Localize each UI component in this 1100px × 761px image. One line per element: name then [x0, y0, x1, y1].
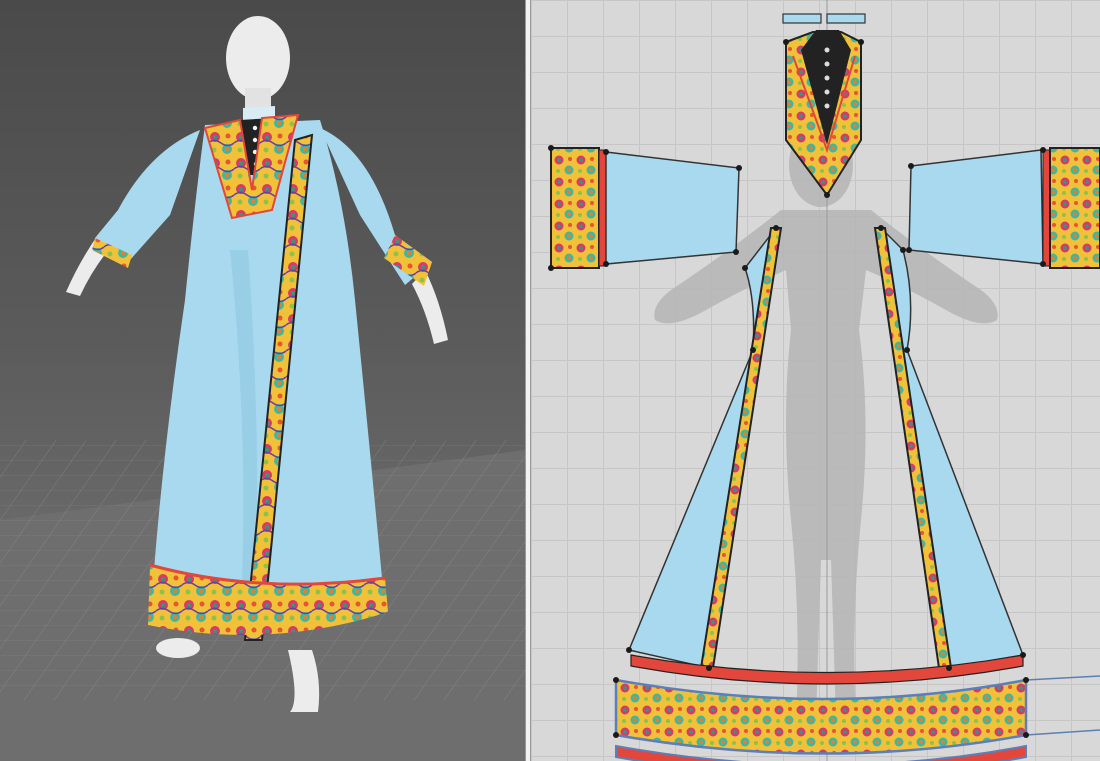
pattern-sleeve-right[interactable] [908, 147, 1100, 269]
pattern-collar-left[interactable] [782, 13, 822, 24]
pattern-sleeve-left[interactable] [550, 147, 740, 269]
viewport-3d[interactable] [0, 0, 525, 761]
pattern-cuff-right[interactable] [1049, 147, 1100, 269]
workspace-split [0, 0, 1100, 761]
pattern-hem-band[interactable] [614, 678, 1028, 755]
pattern-canvas[interactable] [531, 0, 1100, 761]
sleeve-right[interactable] [95, 130, 200, 260]
viewport-3d-canvas[interactable] [0, 0, 525, 761]
pattern-collar-right[interactable] [826, 13, 866, 24]
pattern-hem[interactable] [614, 654, 1100, 761]
pattern-cuff-left[interactable] [550, 147, 600, 269]
avatar-head [226, 16, 290, 100]
pattern-collar-strips[interactable] [782, 13, 866, 24]
viewport-2d[interactable] [531, 0, 1100, 761]
avatar-right-foot [156, 638, 200, 658]
pattern-sleeve-left-body[interactable] [605, 151, 740, 265]
pattern-sleeve-right-body[interactable] [908, 149, 1044, 265]
